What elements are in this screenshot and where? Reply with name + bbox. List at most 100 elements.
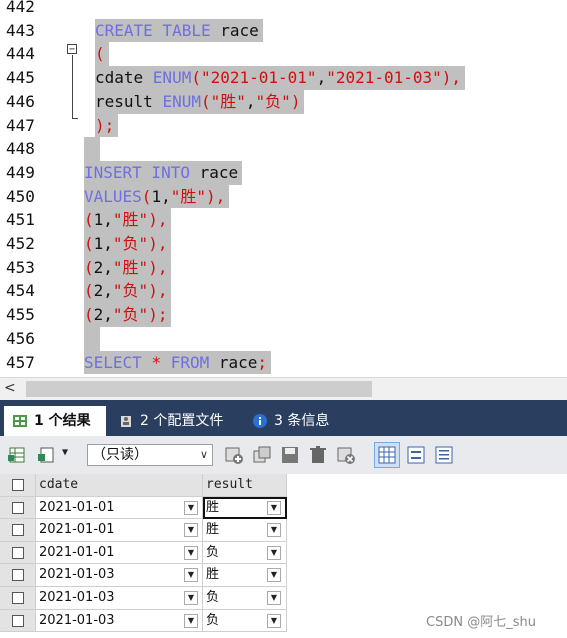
enum-dropdown-icon[interactable]: ▼ (267, 500, 281, 515)
row-select-cell[interactable] (0, 609, 36, 633)
row-select-cell[interactable] (0, 564, 36, 587)
enum-dropdown-icon[interactable]: ▼ (267, 613, 281, 628)
row-checkbox[interactable] (12, 614, 24, 627)
enum-dropdown-icon[interactable]: ▼ (184, 568, 198, 583)
cell-result[interactable]: 胜 ▼ (203, 564, 287, 587)
save-icon[interactable] (280, 445, 300, 465)
code-text[interactable]: SELECT * FROM race; (84, 350, 272, 375)
enum-dropdown-icon[interactable]: ▼ (184, 545, 198, 560)
row-checkbox[interactable] (12, 501, 24, 514)
cell-cdate[interactable]: 2021-01-03 ▼ (36, 609, 203, 633)
duplicate-row-icon[interactable] (252, 445, 272, 465)
enum-dropdown-icon[interactable]: ▼ (267, 591, 281, 605)
row-checkbox[interactable] (12, 546, 24, 559)
code-text[interactable]: (1,"胜"), (84, 208, 172, 232)
cell-cdate[interactable]: 2021-01-01 ▼ (36, 496, 203, 520)
cell-result[interactable]: 胜 ▼ (203, 496, 287, 520)
horizontal-scrollbar[interactable]: < (0, 377, 567, 400)
code-token: result (95, 91, 163, 111)
cell-cdate-value: 2021-01-03 (39, 612, 115, 628)
enum-dropdown-icon[interactable]: ▼ (184, 523, 198, 538)
cell-cdate[interactable]: 2021-01-03 ▼ (36, 587, 203, 610)
code-text[interactable]: (2,"负"), (84, 279, 172, 304)
line-number: 452 (6, 234, 35, 253)
cell-result[interactable]: 胜 ▼ (203, 519, 287, 542)
code-text[interactable]: cdate ENUM("2021-01-01","2021-01-03"), (95, 66, 466, 90)
code-text[interactable]: result ENUM("胜","负") (95, 89, 305, 114)
export-grid-icon[interactable] (8, 445, 28, 465)
table-row[interactable]: 2021-01-03 ▼ 胜 ▼ (0, 564, 290, 587)
result-toolbar: ▼ （只读） ∨ (0, 436, 567, 474)
code-token: ); (148, 305, 168, 325)
cell-result[interactable]: 负 ▼ (203, 609, 287, 633)
cell-cdate[interactable]: 2021-01-01 ▼ (36, 541, 203, 565)
tab-messages[interactable]: 3 条信息 (244, 406, 346, 436)
row-checkbox[interactable] (12, 569, 24, 582)
sql-editor[interactable]: 442 443 CREATE TABLE race 444 (445 cdate ENUM… (0, 0, 567, 376)
column-header-result[interactable]: result (203, 474, 287, 497)
code-text[interactable]: (1,"负"), (84, 232, 172, 256)
code-line: 444 ( (0, 42, 567, 67)
fold-guide-end (72, 118, 78, 119)
scrollbar-thumb[interactable] (26, 381, 372, 397)
code-token: 1, (151, 186, 171, 206)
code-text[interactable]: ( (95, 42, 109, 67)
cell-cdate-value: 2021-01-03 (39, 590, 115, 605)
row-select-cell[interactable] (0, 587, 36, 610)
readonly-mode-select[interactable]: （只读） ∨ (87, 444, 213, 466)
code-text[interactable] (84, 137, 100, 161)
tab-results[interactable]: 1 个结果 (4, 406, 106, 436)
code-text[interactable]: (2,"胜"), (84, 255, 172, 280)
dropdown-arrow-icon[interactable]: ▼ (62, 447, 68, 458)
cell-cdate[interactable]: 2021-01-03 ▼ (36, 564, 203, 587)
code-token: "胜" (112, 257, 149, 277)
table-row[interactable]: 2021-01-01 ▼ 胜 ▼ (0, 496, 290, 520)
select-all-cell[interactable] (0, 474, 36, 497)
code-token: VALUES (84, 186, 142, 206)
grid-view-toggle[interactable] (374, 442, 400, 468)
delete-icon[interactable] (308, 445, 328, 465)
table-row[interactable]: 2021-01-01 ▼ 胜 ▼ (0, 519, 290, 542)
row-select-cell[interactable] (0, 519, 36, 542)
enum-dropdown-icon[interactable]: ▼ (267, 523, 281, 538)
code-token: ), (205, 186, 226, 206)
code-token: SELECT (84, 352, 142, 372)
row-checkbox[interactable] (12, 592, 24, 604)
fold-collapse-icon[interactable]: − (67, 44, 77, 55)
row-checkbox[interactable] (12, 524, 24, 537)
cell-result[interactable]: 负 ▼ (203, 587, 287, 610)
column-header-cdate[interactable]: cdate (36, 474, 203, 497)
row-select-cell[interactable] (0, 541, 36, 565)
enum-dropdown-icon[interactable]: ▼ (184, 591, 198, 605)
code-token: "胜" (112, 210, 149, 230)
cell-cdate[interactable]: 2021-01-01 ▼ (36, 519, 203, 542)
discard-changes-icon[interactable] (336, 445, 356, 465)
tab-profiles[interactable]: 2 个配置文件 (110, 406, 240, 436)
enum-dropdown-icon[interactable]: ▼ (267, 545, 281, 560)
code-token: ); (95, 115, 115, 135)
add-row-icon[interactable] (224, 445, 244, 465)
scroll-left-icon[interactable]: < (4, 380, 16, 396)
code-text[interactable]: (2,"负"); (84, 303, 172, 327)
line-number: 445 (6, 68, 35, 88)
code-text[interactable]: VALUES(1,"胜"), (84, 184, 230, 209)
text-view-icon[interactable] (434, 445, 454, 465)
code-text[interactable]: INSERT INTO race (84, 160, 243, 185)
table-row[interactable]: 2021-01-01 ▼ 负 ▼ (0, 541, 290, 565)
import-icon[interactable] (38, 445, 58, 465)
cell-result[interactable]: 负 ▼ (203, 541, 287, 565)
enum-dropdown-icon[interactable]: ▼ (184, 613, 198, 628)
form-view-icon[interactable] (406, 445, 426, 465)
table-row[interactable]: 2021-01-03 ▼ 负 ▼ (0, 587, 290, 610)
enum-dropdown-icon[interactable]: ▼ (184, 500, 198, 515)
code-text[interactable] (84, 326, 100, 351)
code-token: ( (95, 44, 105, 64)
code-text[interactable]: ); (95, 113, 119, 138)
code-token: "胜" (170, 186, 206, 206)
row-select-cell[interactable] (0, 496, 36, 520)
line-number: 449 (6, 162, 35, 182)
select-all-checkbox[interactable] (12, 479, 24, 491)
enum-dropdown-icon[interactable]: ▼ (267, 568, 281, 583)
table-row[interactable]: 2021-01-03 ▼ 负 ▼ (0, 609, 290, 633)
code-text[interactable]: CREATE TABLE race (95, 18, 263, 43)
